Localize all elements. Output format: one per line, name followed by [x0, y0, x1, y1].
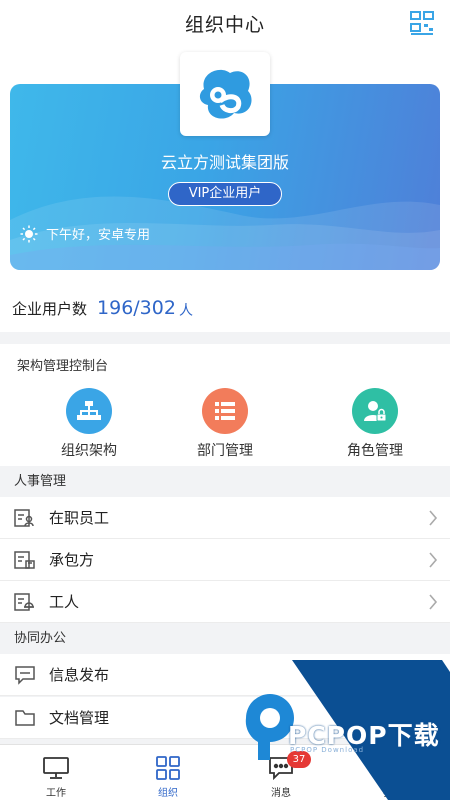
tab-me[interactable]: 我的	[337, 745, 449, 800]
office-section-title: 协同办公	[0, 624, 450, 654]
role-management-button[interactable]: 角色管理	[315, 388, 435, 460]
org-structure-label: 组织架构	[61, 443, 117, 459]
greeting-text: 下午好，安卓专用	[46, 228, 151, 243]
company-name: 云立方测试集团版	[160, 153, 289, 172]
qr-code-icon[interactable]	[408, 9, 436, 37]
hr-section-title: 人事管理	[0, 467, 450, 497]
org-structure-button[interactable]: 组织架构	[29, 388, 149, 460]
tab-label: 工作	[46, 788, 66, 799]
list-item-contractors[interactable]: 承包方	[0, 539, 450, 581]
tab-work[interactable]: 工作	[0, 745, 112, 800]
department-management-label: 部门管理	[197, 443, 253, 459]
org-chart-icon	[66, 388, 112, 434]
list-item-label: 文档管理	[49, 709, 110, 727]
list-item-label: 信息发布	[49, 666, 110, 684]
list-item-employees[interactable]: 在职员工	[0, 497, 450, 539]
console-panel: 架构管理控制台 组织架构 部门管理 角色管理	[0, 344, 450, 466]
role-lock-icon	[352, 388, 398, 434]
vip-badge: VIP企业用户	[168, 182, 282, 206]
chat-icon	[225, 753, 337, 783]
user-icon	[337, 753, 449, 783]
tab-messages[interactable]: 消息 37	[225, 745, 337, 800]
bottom-tab-bar: 工作 组织 消息 37 我的	[0, 744, 450, 800]
monitor-icon	[0, 753, 112, 783]
user-count-label: 企业用户数	[12, 299, 88, 318]
user-count-value: 196/302	[97, 297, 176, 319]
unread-badge: 37	[287, 751, 311, 768]
chevron-right-icon	[429, 552, 438, 568]
company-logo	[180, 52, 270, 136]
list-item-workers[interactable]: 工人	[0, 581, 450, 623]
department-list-icon	[202, 388, 248, 434]
sun-icon	[20, 225, 38, 242]
greeting: 下午好，安卓专用	[20, 224, 150, 243]
message-icon	[13, 663, 37, 687]
list-item-label: 承包方	[49, 551, 95, 569]
role-management-label: 角色管理	[347, 443, 403, 459]
department-management-button[interactable]: 部门管理	[165, 388, 285, 460]
list-item-announcements[interactable]: 信息发布	[0, 654, 450, 696]
tab-label: 组织	[158, 788, 178, 799]
list-item-documents[interactable]: 文档管理	[0, 697, 450, 739]
employee-card-icon	[13, 506, 37, 530]
tab-organization[interactable]: 组织	[112, 745, 224, 800]
worker-card-icon	[13, 590, 37, 614]
top-bar: 组织中心	[0, 0, 450, 46]
list-item-label: 在职员工	[49, 509, 110, 527]
company-banner-section: 云立方测试集团版 VIP企业用户 下午好，安卓专用	[0, 46, 450, 284]
tab-label: 消息	[271, 788, 291, 799]
contractor-card-icon	[13, 548, 37, 572]
grid-icon	[112, 753, 224, 783]
folder-icon	[13, 706, 37, 730]
console-title: 架构管理控制台	[17, 359, 109, 374]
list-item-label: 工人	[49, 593, 80, 611]
tab-label: 我的	[383, 788, 403, 799]
user-count-unit: 人	[178, 302, 193, 319]
chevron-right-icon	[429, 510, 438, 526]
page-title: 组织中心	[184, 13, 265, 36]
user-count: 企业用户数 196/302 人	[0, 284, 450, 332]
chevron-right-icon	[429, 594, 438, 610]
